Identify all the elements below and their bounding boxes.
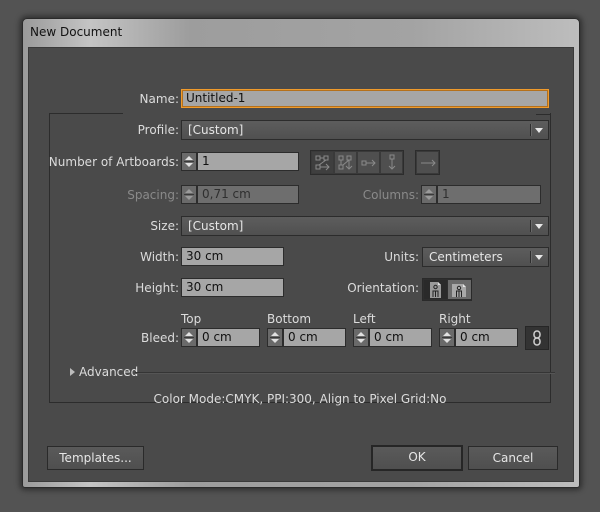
arrow-down-icon: [185, 196, 193, 200]
bleed-bottom-label: Bottom: [267, 312, 312, 326]
landscape-button[interactable]: [448, 280, 471, 299]
units-value: Centimeters: [429, 250, 503, 264]
stepper-divider: [184, 161, 194, 162]
bleed-right-label: Right: [439, 312, 471, 326]
select-separator: [530, 220, 531, 232]
portrait-button[interactable]: [424, 280, 447, 299]
arrow-up-icon: [425, 189, 433, 193]
title-bar[interactable]: New Document: [23, 19, 579, 47]
arrow-down-icon: [357, 339, 365, 343]
name-input[interactable]: Untitled-1: [181, 89, 549, 108]
window-title: New Document: [30, 25, 123, 39]
arrow-down-icon: [425, 196, 433, 200]
cancel-button[interactable]: Cancel: [468, 446, 558, 470]
orientation-label: Orientation:: [347, 281, 419, 295]
arrow-up-icon: [185, 332, 193, 336]
arrow-up-icon: [271, 332, 279, 336]
stepper-divider: [184, 337, 194, 338]
new-document-dialog: New Document Name: Untitled-1 Profile: […: [22, 18, 580, 488]
document-summary: Color Mode:CMYK, PPI:300, Align to Pixel…: [153, 392, 447, 406]
bleed-bottom-stepper[interactable]: [267, 328, 283, 347]
columns-input[interactable]: 1: [437, 185, 541, 204]
arrange-by-row-button[interactable]: [357, 151, 380, 174]
templates-button[interactable]: Templates...: [47, 446, 144, 470]
select-separator: [530, 124, 531, 136]
bleed-label: Bleed:: [141, 331, 179, 345]
landscape-icon: [452, 284, 466, 297]
arrow-up-icon: [185, 189, 193, 193]
size-label: Size:: [150, 219, 179, 233]
profile-select[interactable]: [Custom]: [181, 120, 549, 140]
bleed-left-label: Left: [353, 312, 376, 326]
size-value: [Custom]: [188, 219, 244, 233]
group-divider: [49, 113, 123, 114]
columns-label: Columns:: [362, 188, 419, 202]
arrow-down-icon: [185, 339, 193, 343]
bleed-top-label: Top: [181, 312, 202, 326]
bleed-top-stepper[interactable]: [181, 328, 197, 347]
stepper-divider: [424, 194, 434, 195]
spacing-input[interactable]: 0,71 cm: [197, 185, 299, 204]
select-separator: [530, 251, 531, 263]
arrow-down-icon: [443, 339, 451, 343]
spacing-stepper[interactable]: [181, 185, 197, 204]
disclosure-triangle-icon[interactable]: [70, 368, 75, 376]
grid-by-row-icon: [315, 155, 330, 171]
group-divider: [536, 114, 551, 115]
chain-link-icon: [533, 330, 541, 346]
bleed-left-stepper[interactable]: [353, 328, 369, 347]
bleed-right-stepper[interactable]: [439, 328, 455, 347]
grid-by-column-icon: [338, 155, 353, 170]
left-to-right-layout-button[interactable]: [416, 151, 439, 174]
stepper-divider: [184, 194, 194, 195]
arrow-down-icon: [271, 339, 279, 343]
grid-by-row-button[interactable]: [311, 151, 334, 174]
stepper-divider: [356, 337, 366, 338]
advanced-toggle[interactable]: Advanced: [79, 365, 138, 379]
arrange-by-row-icon: [361, 159, 376, 167]
artboards-stepper[interactable]: [181, 152, 197, 171]
advanced-divider: [135, 372, 555, 373]
portrait-icon: [430, 282, 441, 298]
width-input[interactable]: 30 cm: [181, 247, 284, 266]
columns-stepper[interactable]: [421, 185, 437, 204]
arrow-up-icon: [443, 332, 451, 336]
profile-label: Profile:: [137, 123, 179, 137]
chevron-down-icon: [535, 128, 543, 133]
profile-value: [Custom]: [188, 123, 244, 137]
width-label: Width:: [140, 250, 179, 264]
arrow-up-icon: [185, 156, 193, 160]
size-select[interactable]: [Custom]: [181, 216, 549, 236]
arrange-by-column-button[interactable]: [380, 151, 403, 174]
ok-button[interactable]: OK: [371, 445, 463, 471]
bleed-left-input[interactable]: 0 cm: [369, 328, 432, 347]
arrow-down-icon: [185, 163, 193, 167]
chevron-down-icon: [535, 255, 543, 260]
units-select[interactable]: Centimeters: [422, 247, 549, 267]
artboards-input[interactable]: 1: [197, 152, 299, 171]
stepper-divider: [270, 337, 280, 338]
bleed-right-input[interactable]: 0 cm: [455, 328, 518, 347]
spacing-label: Spacing:: [127, 188, 179, 202]
height-input[interactable]: 30 cm: [181, 278, 284, 297]
grid-by-column-button[interactable]: [334, 151, 357, 174]
name-label: Name:: [139, 92, 179, 106]
height-label: Height:: [135, 281, 179, 295]
units-label: Units:: [384, 250, 419, 264]
stepper-divider: [442, 337, 452, 338]
dialog-body: Name: Untitled-1 Profile: [Custom] Numbe…: [28, 47, 574, 482]
chevron-down-icon: [535, 224, 543, 229]
bleed-bottom-input[interactable]: 0 cm: [283, 328, 346, 347]
arrow-up-icon: [357, 332, 365, 336]
artboards-label: Number of Artboards:: [48, 155, 179, 169]
arrange-by-column-icon: [388, 154, 396, 170]
left-to-right-layout-icon: [421, 159, 436, 167]
orientation-toggle: [422, 278, 472, 301]
link-bleed-button[interactable]: [525, 326, 549, 350]
bleed-top-input[interactable]: 0 cm: [197, 328, 260, 347]
